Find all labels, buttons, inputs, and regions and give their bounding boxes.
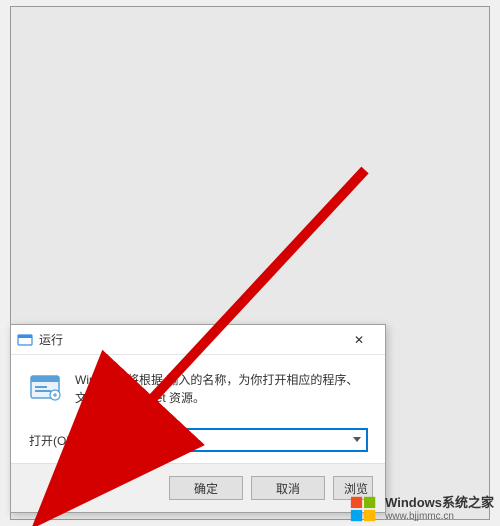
watermark-text: Windows系统之家 www.bjjmmc.cn [385,496,494,521]
ok-label: 确定 [194,480,218,497]
ok-button[interactable]: 确定 [169,476,243,500]
run-dialog-icon [17,332,33,348]
close-button[interactable]: ✕ [339,326,379,354]
run-program-icon [29,371,63,405]
desc-line-2: 文件夹、文 ernet 资源。 [75,389,358,407]
dialog-title: 运行 [39,331,339,348]
watermark: Windows系统之家 www.bjjmmc.cn [349,494,494,524]
dialog-body: Windows 将根据 输入的名称，为你打开相应的程序、 文件夹、文 ernet… [11,355,385,463]
watermark-url: www.bjjmmc.cn [385,511,494,522]
titlebar: 运行 ✕ [11,325,385,355]
run-dialog: 运行 ✕ Windows 将根据 输入的名称，为你打开相应的程序、 文件夹、文 … [10,324,386,513]
cancel-button[interactable]: 取消 [251,476,325,500]
close-icon: ✕ [354,333,364,347]
watermark-title: Windows系统之家 [385,496,494,510]
open-combobox[interactable] [82,429,367,451]
chevron-down-icon[interactable] [348,430,366,450]
description-row: Windows 将根据 输入的名称，为你打开相应的程序、 文件夹、文 ernet… [29,371,367,407]
cancel-label: 取消 [276,480,300,497]
open-input[interactable] [83,430,348,450]
open-label: 打开(O): [29,432,74,449]
windows-logo-icon [349,494,379,524]
desc-line-1: Windows 将根据 输入的名称，为你打开相应的程序、 [75,371,358,389]
dialog-description: Windows 将根据 输入的名称，为你打开相应的程序、 文件夹、文 ernet… [75,371,358,407]
button-row: 确定 取消 浏览 [11,463,385,512]
open-row: 打开(O): [29,429,367,451]
